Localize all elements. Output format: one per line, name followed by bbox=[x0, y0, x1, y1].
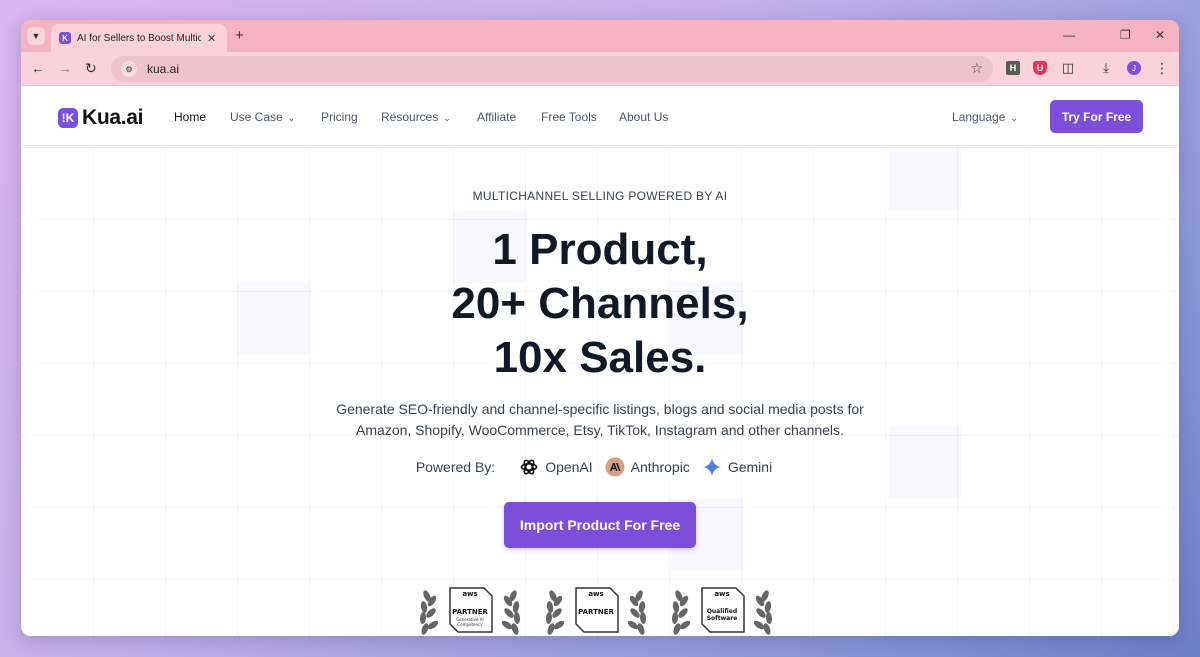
openai-icon bbox=[519, 457, 539, 477]
nav-about-us[interactable]: About Us bbox=[619, 110, 668, 124]
headline-line-1: 1 Product, bbox=[492, 225, 708, 274]
nav-pricing[interactable]: Pricing bbox=[321, 110, 358, 124]
import-product-button[interactable]: Import Product For Free bbox=[504, 502, 696, 548]
laurel-left-icon bbox=[545, 590, 565, 635]
provider-anthropic: Anthropic bbox=[605, 457, 690, 477]
profile-avatar[interactable]: J bbox=[1127, 61, 1141, 75]
provider-openai: OpenAI bbox=[519, 457, 593, 477]
address-bar[interactable]: ⚙ kua.ai ☆ bbox=[111, 56, 993, 82]
hero-eyebrow: MULTICHANNEL SELLING POWERED BY AI bbox=[472, 189, 728, 203]
tab-title: AI for Sellers to Boost Multichannel bbox=[77, 32, 201, 44]
logo-mark-icon: !K bbox=[58, 108, 78, 128]
new-tab-button[interactable]: + bbox=[235, 27, 244, 44]
laurel-right-icon bbox=[753, 590, 773, 635]
extension-shield-icon[interactable]: U bbox=[1033, 61, 1047, 75]
restore-icon[interactable]: ❐ bbox=[1120, 28, 1131, 42]
headline-line-3: 10x Sales. bbox=[493, 333, 707, 382]
close-tab-icon[interactable]: ✕ bbox=[207, 32, 216, 45]
nav-use-case-label: Use Case bbox=[230, 110, 283, 124]
hero-section: MULTICHANNEL SELLING POWERED BY AI 1 Pro… bbox=[21, 147, 1179, 636]
anthropic-label: Anthropic bbox=[630, 459, 690, 475]
grid-background bbox=[21, 147, 1179, 636]
extensions-puzzle-icon[interactable]: ◫ bbox=[1061, 60, 1075, 75]
gemini-sparkle-icon bbox=[702, 457, 722, 477]
browser-tab[interactable]: K AI for Sellers to Boost Multichannel ✕ bbox=[51, 24, 227, 52]
badge-brand: aws bbox=[462, 590, 478, 598]
chevron-down-icon: ⌄ bbox=[443, 113, 451, 123]
gemini-label: Gemini bbox=[727, 459, 773, 475]
extension-h-icon[interactable]: H bbox=[1006, 61, 1020, 75]
nav-resources[interactable]: Resources ⌄ bbox=[381, 110, 451, 124]
badge-subtitle-2: Competency bbox=[457, 622, 483, 627]
laurel-right-icon bbox=[501, 590, 521, 635]
download-icon[interactable]: ⤓ bbox=[1099, 60, 1113, 75]
provider-gemini: Gemini bbox=[702, 457, 772, 477]
laurel-left-icon bbox=[419, 590, 439, 635]
close-window-icon[interactable]: ✕ bbox=[1155, 28, 1165, 42]
subtext-line-1: Generate SEO-friendly and channel-specif… bbox=[336, 401, 864, 417]
forward-icon[interactable]: → bbox=[58, 60, 72, 76]
language-selector[interactable]: Language ⌄ bbox=[952, 110, 1018, 124]
chevron-down-icon: ⌄ bbox=[287, 113, 296, 123]
language-label: Language bbox=[952, 110, 1006, 124]
bookmark-star-icon[interactable]: ☆ bbox=[970, 60, 983, 77]
url-text[interactable]: kua.ai bbox=[147, 62, 179, 76]
site-logo[interactable]: !K Kua.ai bbox=[58, 106, 144, 130]
browser-toolbar: ← → ↻ ⚙ kua.ai ☆ H U ◫ ⤓ J ⋮ bbox=[21, 52, 1179, 86]
powered-by-label: Powered By: bbox=[415, 459, 496, 475]
tab-search-button[interactable]: ▼ bbox=[27, 27, 45, 45]
badge-brand: aws bbox=[588, 590, 604, 598]
logo-text: Kua.ai bbox=[82, 106, 144, 129]
site-navbar: !K Kua.ai Home Use Case ⌄ Pricing Resourc… bbox=[21, 86, 1179, 146]
menu-kebab-icon[interactable]: ⋮ bbox=[1155, 60, 1169, 76]
nav-resources-label: Resources bbox=[381, 110, 439, 124]
badge-group: aws PARTNER Generative AI Competency bbox=[416, 585, 524, 635]
anthropic-icon bbox=[605, 457, 625, 477]
badge-group: aws Qualified Software bbox=[668, 585, 776, 635]
site-info-icon[interactable]: ⚙ bbox=[121, 61, 137, 77]
browser-window: ▼ K AI for Sellers to Boost Multichannel… bbox=[21, 20, 1179, 636]
aws-partner-badge: aws PARTNER Generative AI Competency bbox=[446, 586, 494, 634]
hero-headline: 1 Product, 20+ Channels, 10x Sales. bbox=[21, 223, 1179, 385]
nav-home[interactable]: Home bbox=[174, 110, 206, 124]
powered-by-row: Powered By: OpenAI Anthropic Gemini bbox=[21, 457, 1179, 477]
badge-title: PARTNER bbox=[452, 608, 488, 616]
laurel-left-icon bbox=[671, 590, 691, 635]
nav-affiliate[interactable]: Affiliate bbox=[477, 110, 516, 124]
badge-title: PARTNER bbox=[578, 608, 614, 616]
page-content: !K Kua.ai Home Use Case ⌄ Pricing Resourc… bbox=[21, 86, 1179, 636]
try-for-free-button[interactable]: Try For Free bbox=[1050, 100, 1143, 133]
kua-favicon-icon: K bbox=[59, 32, 71, 44]
subtext-line-2: Amazon, Shopify, WooCommerce, Etsy, TikT… bbox=[356, 422, 844, 438]
badge-brand: aws bbox=[714, 590, 730, 598]
chevron-down-icon: ⌄ bbox=[1010, 113, 1018, 123]
nav-use-case[interactable]: Use Case ⌄ bbox=[230, 110, 295, 124]
headline-line-2: 20+ Channels, bbox=[451, 279, 749, 328]
openai-label: OpenAI bbox=[545, 459, 593, 475]
badge-group: aws PARTNER bbox=[542, 585, 650, 635]
aws-partner-badge: aws PARTNER bbox=[572, 586, 620, 634]
partner-badges: aws PARTNER Generative AI Competency aws… bbox=[416, 585, 794, 635]
hero-subtext: Generate SEO-friendly and channel-specif… bbox=[21, 399, 1179, 441]
badge-title: Qualified bbox=[706, 608, 738, 615]
tab-strip: ▼ K AI for Sellers to Boost Multichannel… bbox=[21, 20, 1179, 52]
minimize-icon[interactable]: — bbox=[1063, 28, 1075, 42]
back-icon[interactable]: ← bbox=[31, 60, 45, 76]
badge-subtitle: Software bbox=[706, 615, 738, 622]
laurel-right-icon bbox=[627, 590, 647, 635]
aws-qualified-software-badge: aws Qualified Software bbox=[698, 586, 746, 634]
chevron-down-icon: ▼ bbox=[31, 31, 41, 41]
reload-icon[interactable]: ↻ bbox=[85, 60, 97, 77]
nav-free-tools[interactable]: Free Tools bbox=[541, 110, 597, 124]
